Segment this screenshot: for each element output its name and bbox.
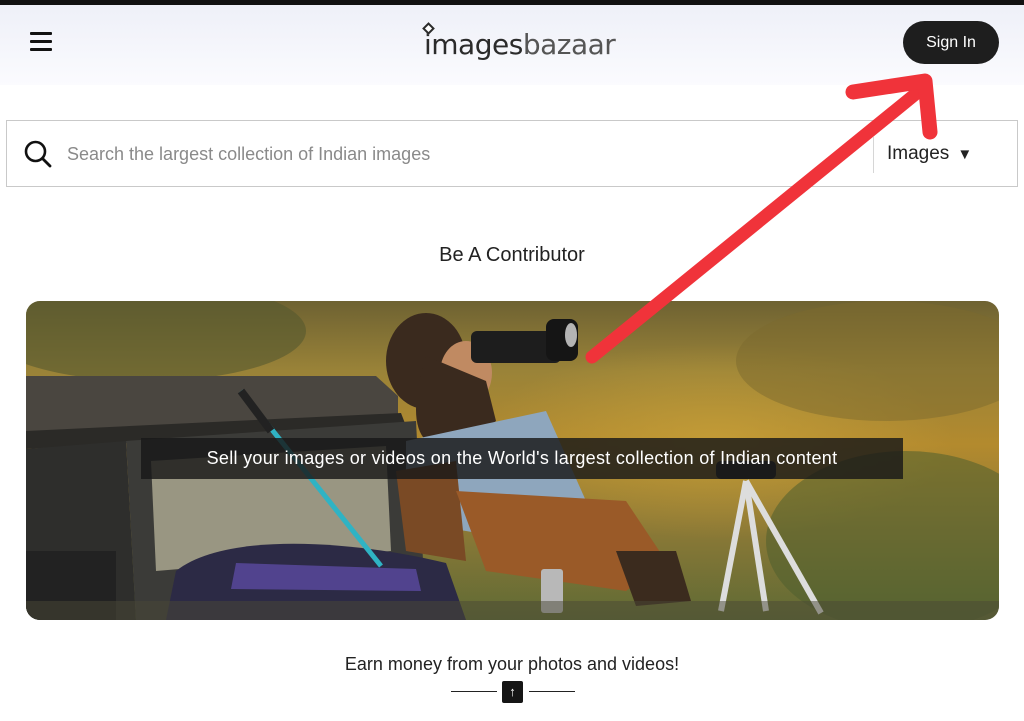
arrow-up-icon[interactable]: ↑ [502, 681, 523, 703]
contributor-banner[interactable]: Sell your images or videos on the World'… [26, 301, 999, 620]
menu-icon[interactable] [30, 32, 54, 54]
search-divider [873, 137, 874, 173]
contributor-heading: Be A Contributor [439, 244, 585, 266]
search-input[interactable] [67, 135, 857, 173]
logo-text-bazaar: bazaar [522, 28, 616, 61]
search-type-dropdown[interactable]: Images ▼ [887, 139, 1007, 169]
search-type-label: Images [887, 143, 950, 164]
caret-down-icon: ▼ [957, 146, 973, 163]
logo-text-images: images [424, 28, 523, 61]
separator-left [451, 691, 497, 692]
logo[interactable]: imagesbazaar [422, 22, 616, 63]
search-icon[interactable] [23, 139, 53, 169]
separator-right [529, 691, 575, 692]
banner-caption: Sell your images or videos on the World'… [141, 438, 903, 479]
search-bar: Images ▼ [6, 120, 1018, 187]
earn-text: Earn money from your photos and videos! [344, 654, 680, 674]
site-header: imagesbazaar Sign In [0, 5, 1024, 85]
sign-in-button[interactable]: Sign In [903, 21, 999, 64]
